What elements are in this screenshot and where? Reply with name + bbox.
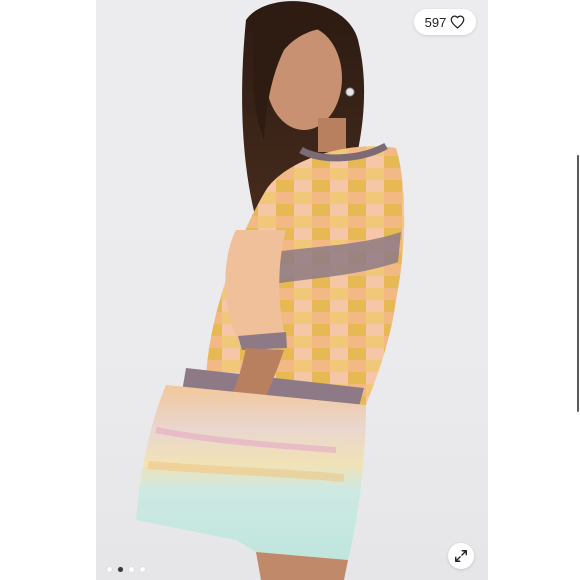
carousel-dot-3[interactable] bbox=[129, 567, 134, 572]
heart-outline-icon bbox=[450, 15, 465, 29]
product-image-viewer: 597 bbox=[0, 0, 580, 580]
like-button[interactable]: 597 bbox=[414, 9, 476, 35]
carousel-dot-4[interactable] bbox=[140, 567, 145, 572]
carousel-dot-2-active[interactable] bbox=[118, 567, 123, 572]
product-photo[interactable] bbox=[96, 0, 488, 580]
page-scrollbar[interactable] bbox=[577, 155, 579, 412]
model-wearing-checkered-sweater-image bbox=[136, 1, 405, 580]
carousel-indicator bbox=[107, 567, 145, 572]
expand-image-button[interactable] bbox=[448, 543, 474, 569]
expand-arrows-icon bbox=[455, 550, 467, 562]
carousel-dot-1[interactable] bbox=[107, 567, 112, 572]
like-count: 597 bbox=[424, 14, 447, 30]
